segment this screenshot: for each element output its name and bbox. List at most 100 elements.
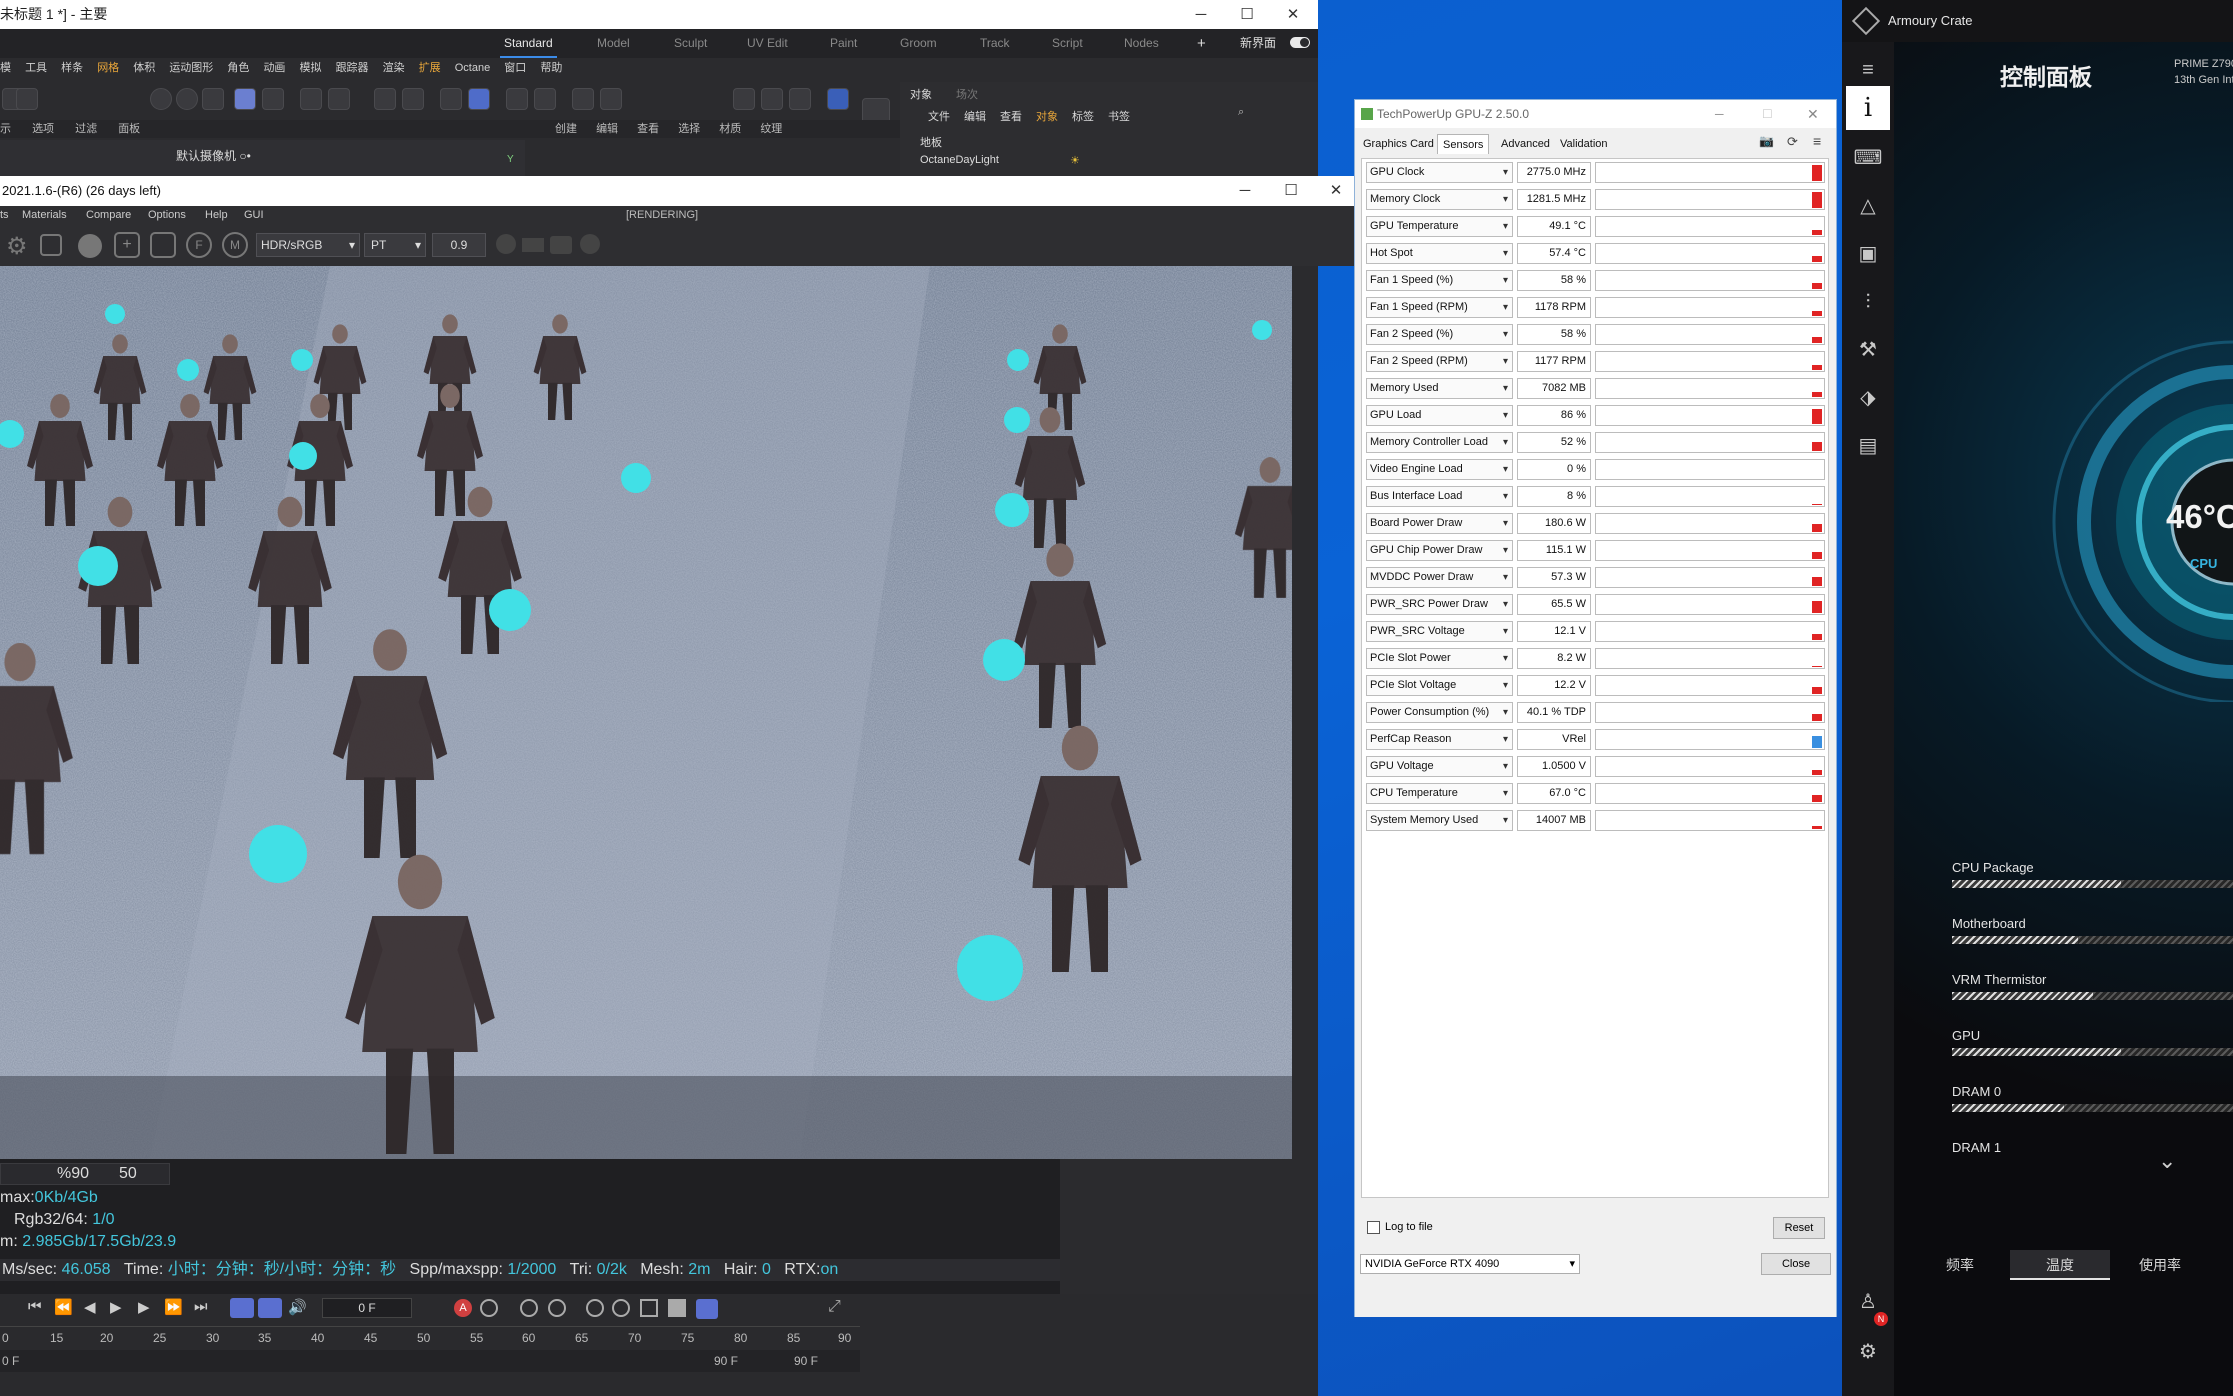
sensor-name-select[interactable]: Video Engine Load (1366, 459, 1513, 480)
sensor-name-select[interactable]: CPU Temperature (1366, 783, 1513, 804)
viewport-menu-item[interactable]: 面板 (118, 123, 140, 135)
param-icon[interactable] (668, 1299, 686, 1317)
viewport-menu-item[interactable]: 过滤 (75, 123, 97, 135)
gpu-select[interactable]: NVIDIA GeForce RTX 4090 ▾ (1360, 1254, 1580, 1274)
first-frame-icon[interactable]: ⏮ (28, 1298, 42, 1315)
tool-icon[interactable] (600, 88, 622, 110)
tool-icon[interactable] (328, 88, 350, 110)
key-icon[interactable] (520, 1299, 538, 1317)
octane-menu-item[interactable]: Options (148, 206, 186, 224)
create-menu-item[interactable]: 选择 (678, 123, 700, 135)
tools-icon[interactable]: ⚒ (1850, 332, 1886, 368)
prev-frame-icon[interactable]: ◀ (84, 1298, 96, 1316)
storage-icon[interactable]: ▣ (1850, 236, 1886, 272)
magnet-icon[interactable] (374, 88, 396, 110)
toolbar-icon[interactable] (496, 234, 516, 254)
maximize-icon[interactable]: ☐ (1224, 0, 1270, 29)
tool-icon[interactable] (534, 88, 556, 110)
sensor-name-select[interactable]: MVDDC Power Draw (1366, 567, 1513, 588)
obj-menu-tag[interactable]: 标签 (1072, 108, 1094, 124)
octane-menu-item[interactable]: ts (0, 206, 9, 224)
tab-frequency[interactable]: 频率 (1910, 1250, 2010, 1280)
settings-icon[interactable]: ⚙ (6, 232, 28, 261)
clapper-icon[interactable] (789, 88, 811, 110)
pla-icon[interactable] (696, 1299, 718, 1319)
play-icon[interactable]: ▶ (110, 1298, 122, 1316)
obj-menu-view[interactable]: 查看 (1000, 108, 1022, 124)
camera-label[interactable]: 默认摄像机 ○• (176, 144, 251, 168)
menu-item[interactable]: 运动图形 (169, 62, 213, 74)
minimize-icon[interactable]: ─ (1222, 176, 1268, 206)
sensor-name-select[interactable]: Fan 1 Speed (RPM) (1366, 297, 1513, 318)
obj-menu-bookmark[interactable]: 书签 (1108, 108, 1130, 124)
sensor-name-select[interactable]: Fan 1 Speed (%) (1366, 270, 1513, 291)
obj-tab-objects[interactable]: 对象 (910, 86, 932, 102)
next-frame-icon[interactable]: ▶ (138, 1298, 150, 1316)
sensor-name-select[interactable]: Memory Clock (1366, 189, 1513, 210)
maximize-icon[interactable]: ☐ (1762, 100, 1773, 128)
render-viewport[interactable] (0, 266, 1292, 1159)
menu-item[interactable]: 样条 (61, 62, 83, 74)
current-frame-field[interactable]: 0 F (322, 1298, 412, 1318)
grid-icon[interactable] (440, 88, 462, 110)
lock-icon[interactable] (40, 234, 62, 256)
sensor-name-select[interactable]: Memory Controller Load (1366, 432, 1513, 453)
timeline-range-bar[interactable]: 0 F 90 F 90 F (0, 1350, 860, 1372)
sensor-name-select[interactable]: PWR_SRC Voltage (1366, 621, 1513, 642)
menu-item[interactable]: Octane (455, 62, 490, 74)
layout-tab-paint[interactable]: Paint (826, 29, 861, 58)
tab-graphics-card[interactable]: Graphics Card (1358, 134, 1439, 154)
tab-sensors[interactable]: Sensors (1437, 134, 1490, 154)
material-pick-icon[interactable]: M (222, 232, 248, 258)
material-icon[interactable] (78, 234, 102, 258)
hamburger-icon[interactable]: ≡ (1850, 52, 1886, 88)
tab-advanced[interactable]: Advanced (1496, 134, 1555, 154)
minimize-icon[interactable]: ─ (1715, 100, 1724, 128)
camera-icon[interactable]: 📷 (1759, 134, 1774, 148)
tool-icon[interactable] (176, 88, 198, 110)
layout-tab-track[interactable]: Track (976, 29, 1014, 58)
close-icon[interactable]: ✕ (1270, 0, 1316, 29)
add-layout-button[interactable]: + (1193, 29, 1210, 58)
range-icon[interactable] (258, 1298, 282, 1318)
exposure-field[interactable]: 0.9 (432, 233, 486, 257)
tool-icon[interactable] (202, 88, 224, 110)
log-checkbox[interactable] (1367, 1221, 1380, 1234)
colorspace-select[interactable]: HDR/sRGB ▾ (256, 233, 360, 257)
menu-item[interactable]: 帮助 (540, 62, 562, 74)
range-end-field[interactable]: 90 F (794, 1354, 818, 1368)
sensor-name-select[interactable]: GPU Clock (1366, 162, 1513, 183)
sensor-name-select[interactable]: PerfCap Reason (1366, 729, 1513, 750)
key-icon[interactable] (548, 1299, 566, 1317)
menu-item[interactable]: 角色 (227, 62, 249, 74)
layout-tab-standard[interactable]: Standard (500, 29, 557, 58)
search-icon[interactable]: ⌕ (1238, 106, 1244, 119)
minimize-icon[interactable]: ─ (1178, 0, 1224, 29)
sensor-name-select[interactable]: GPU Temperature (1366, 216, 1513, 237)
sensor-name-select[interactable]: Fan 2 Speed (%) (1366, 324, 1513, 345)
object-floor[interactable]: 地板 (920, 134, 942, 150)
obj-menu-file[interactable]: 文件 (928, 108, 950, 124)
octane-menu-item[interactable]: GUI (244, 206, 264, 224)
sensor-name-select[interactable]: Power Consumption (%) (1366, 702, 1513, 723)
last-frame-icon[interactable]: ⏭ (194, 1298, 208, 1315)
tuning-icon[interactable]: ⫶ (1850, 284, 1886, 320)
menu-item[interactable]: 扩展 (419, 62, 441, 74)
clapper-icon[interactable] (733, 88, 755, 110)
aura-icon[interactable]: △ (1850, 188, 1886, 224)
menu-icon[interactable]: ≡ (1813, 133, 1821, 149)
tool-icon[interactable] (16, 88, 38, 110)
kernel-select[interactable]: PT ▾ (364, 233, 426, 257)
obj-menu-object[interactable]: 对象 (1036, 108, 1058, 124)
keyframe-icon[interactable] (480, 1299, 498, 1317)
camera-icon[interactable] (550, 236, 572, 254)
object-daylight[interactable]: OctaneDayLight (920, 154, 999, 166)
sound-icon[interactable]: 🔊 (288, 1298, 307, 1316)
menu-item[interactable]: 窗口 (504, 62, 526, 74)
menu-item[interactable]: 跟踪器 (336, 62, 369, 74)
scale-icon[interactable] (640, 1299, 658, 1317)
tool-icon[interactable] (506, 88, 528, 110)
tag-icon[interactable]: ⬗ (1850, 380, 1886, 416)
tab-usage[interactable]: 使用率 (2110, 1250, 2210, 1280)
sensor-name-select[interactable]: System Memory Used (1366, 810, 1513, 831)
